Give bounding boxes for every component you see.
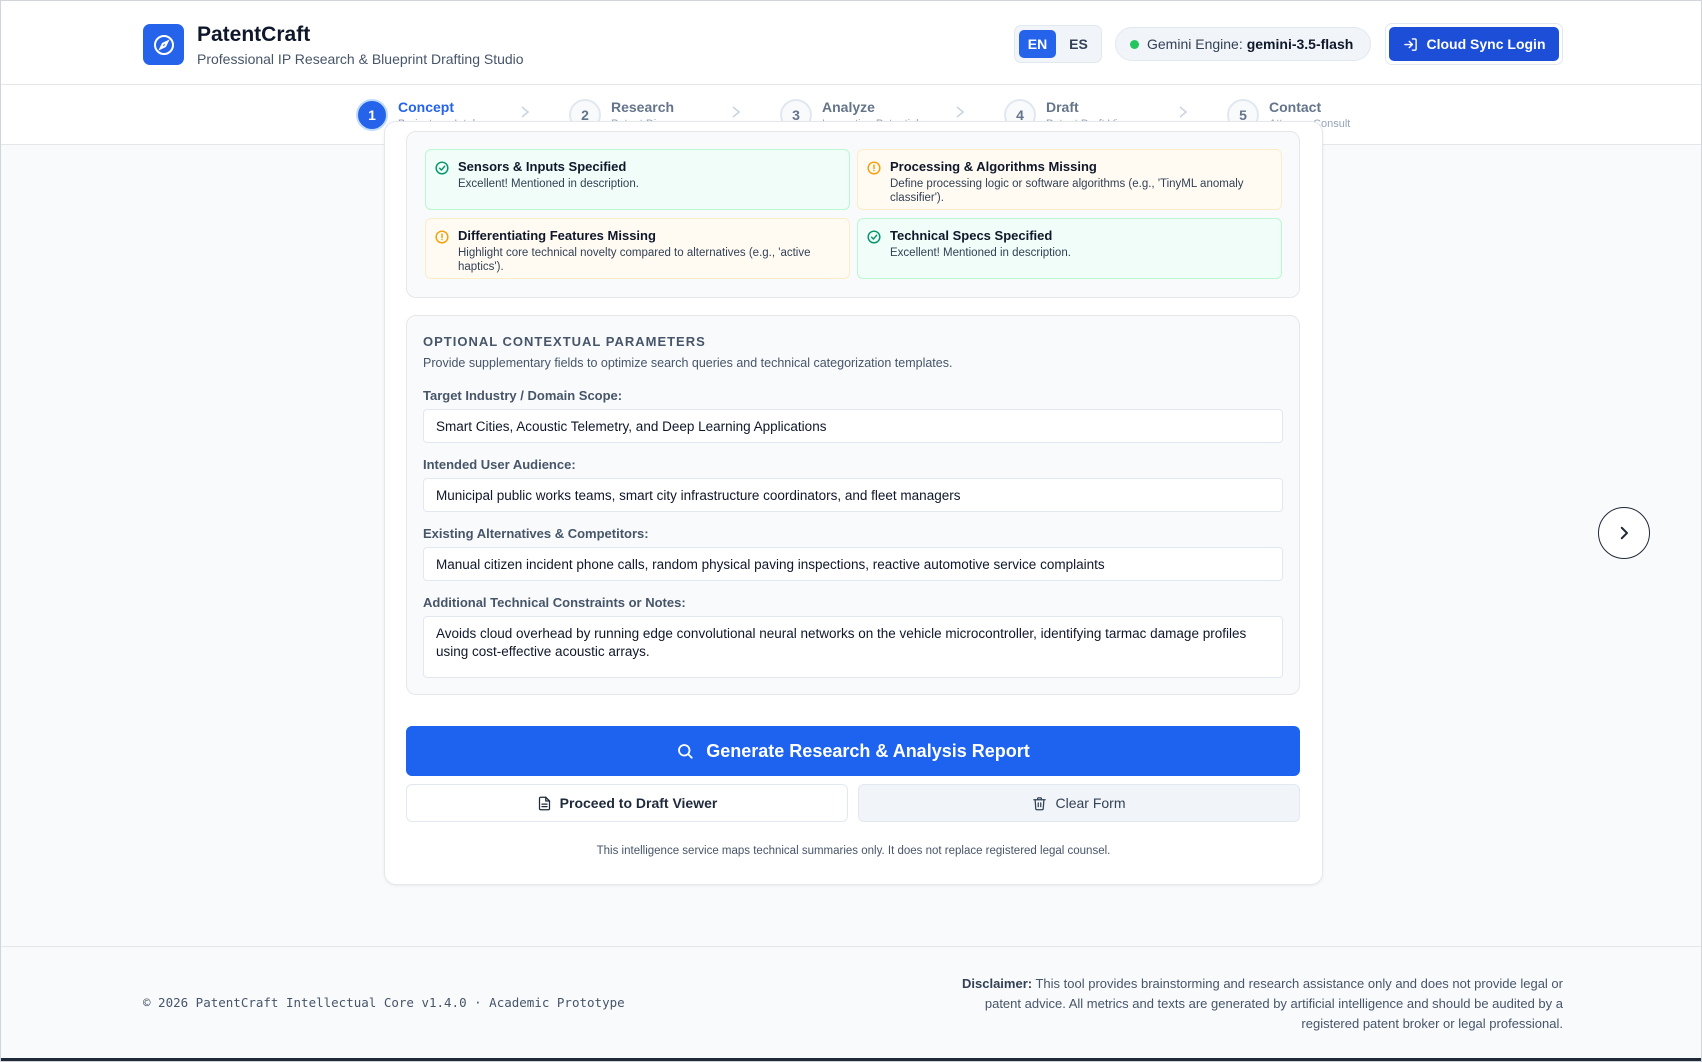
clear-form-label: Clear Form <box>1055 795 1126 811</box>
next-step-button[interactable] <box>1598 507 1650 559</box>
check-circle-icon <box>435 161 449 175</box>
top-header: PatentCraft Professional IP Research & B… <box>1 1 1701 85</box>
audience-label: Intended User Audience: <box>423 457 576 472</box>
step-title: Analyze <box>822 98 875 115</box>
language-es-button[interactable]: ES <box>1060 30 1097 58</box>
proceed-draft-label: Proceed to Draft Viewer <box>559 795 718 811</box>
check-differentiating-features: Differentiating Features Missing Highlig… <box>425 218 850 279</box>
footer-disclaimer: Disclaimer: This tool provides brainstor… <box>951 974 1563 1034</box>
check-description: Define processing logic or software algo… <box>890 178 1244 204</box>
industry-label: Target Industry / Domain Scope: <box>423 388 623 403</box>
app-window: PatentCraft Professional IP Research & B… <box>0 0 1702 1062</box>
audience-input[interactable] <box>423 478 1283 512</box>
alert-circle-icon <box>435 230 449 244</box>
language-toggle: EN ES <box>1014 25 1102 63</box>
params-title: OPTIONAL CONTEXTUAL PARAMETERS <box>423 334 706 349</box>
step-number: 1 <box>356 99 388 131</box>
engine-status-pill: Gemini Engine: gemini-3.5-flash <box>1115 27 1371 61</box>
login-wrapper: Cloud Sync Login <box>1385 23 1563 65</box>
language-en-button[interactable]: EN <box>1019 30 1056 58</box>
industry-input[interactable] <box>423 409 1283 443</box>
check-description: Excellent! Mentioned in description. <box>890 247 1071 259</box>
step-title: Concept <box>398 98 454 115</box>
step-title: Draft <box>1046 98 1079 115</box>
step-title: Contact <box>1269 98 1322 115</box>
disclaimer-text: This tool provides brainstorming and res… <box>984 976 1563 1031</box>
status-dot-icon <box>1130 39 1139 49</box>
trash-icon <box>1033 796 1047 810</box>
login-label: Cloud Sync Login <box>1426 36 1546 52</box>
check-title: Differentiating Features Missing <box>458 228 656 243</box>
document-icon <box>538 796 550 810</box>
check-description: Excellent! Mentioned in description. <box>458 178 639 190</box>
proceed-draft-button[interactable]: Proceed to Draft Viewer <box>406 784 848 822</box>
chevron-right-icon <box>1179 106 1188 118</box>
chevron-right-icon <box>521 106 530 118</box>
legal-note: This intelligence service maps technical… <box>596 845 1111 857</box>
params-description: Provide supplementary fields to optimize… <box>423 356 953 370</box>
alternatives-input[interactable] <box>423 547 1283 581</box>
chevron-right-icon <box>1620 526 1628 540</box>
login-icon <box>1403 37 1417 51</box>
engine-label: Gemini Engine: <box>1147 36 1243 52</box>
check-technical-specs: Technical Specs Specified Excellent! Men… <box>857 218 1282 279</box>
brand-subtitle: Professional IP Research & Blueprint Dra… <box>197 51 524 67</box>
alternatives-label: Existing Alternatives & Competitors: <box>423 526 649 541</box>
check-sensors-inputs: Sensors & Inputs Specified Excellent! Me… <box>425 149 850 210</box>
check-title: Technical Specs Specified <box>890 228 1053 243</box>
clear-form-button[interactable]: Clear Form <box>858 784 1300 822</box>
generate-report-button[interactable]: Generate Research & Analysis Report <box>406 726 1300 776</box>
check-title: Processing & Algorithms Missing <box>890 159 1097 174</box>
window-bottom-edge <box>1 1058 1701 1061</box>
chevron-right-icon <box>956 106 965 118</box>
alert-circle-icon <box>867 161 881 175</box>
engine-model: gemini-3.5-flash <box>1246 36 1354 52</box>
footer-copyright: © 2026 PatentCraft Intellectual Core v1.… <box>143 995 625 1010</box>
cloud-sync-login-button[interactable]: Cloud Sync Login <box>1389 27 1559 61</box>
chevron-right-icon <box>732 106 741 118</box>
step-title: Research <box>611 98 675 115</box>
check-circle-icon <box>867 230 881 244</box>
check-description: Highlight core technical novelty compare… <box>458 247 811 273</box>
brand-title: PatentCraft <box>197 23 311 46</box>
search-icon <box>678 744 693 759</box>
check-title: Sensors & Inputs Specified <box>458 159 627 174</box>
constraints-textarea[interactable]: Avoids cloud overhead by running edge co… <box>423 616 1283 678</box>
compass-logo-icon <box>143 24 184 65</box>
generate-report-label: Generate Research & Analysis Report <box>706 740 1030 761</box>
constraints-label: Additional Technical Constraints or Note… <box>423 595 686 610</box>
disclaimer-label: Disclaimer: <box>962 976 1033 991</box>
check-processing-algorithms: Processing & Algorithms Missing Define p… <box>857 149 1282 210</box>
